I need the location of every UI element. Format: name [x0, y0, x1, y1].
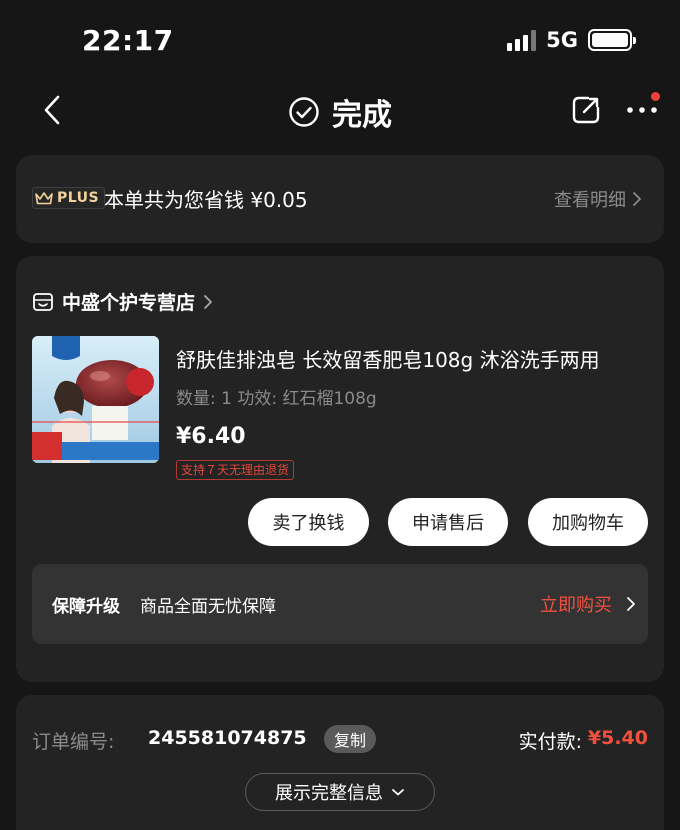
after-sale-button[interactable]: 申请售后: [388, 498, 508, 546]
plus-badge: PLUS: [32, 187, 106, 209]
plus-savings-card: PLUS 本单共为您省钱 ¥0.05 查看明细: [16, 155, 664, 243]
paid-amount-label: 实付款:: [518, 731, 582, 753]
product-title[interactable]: 舒肤佳排浊皂 长效留香肥皂108g 沐浴洗手两用: [176, 344, 646, 373]
status-time: 22:17: [82, 24, 174, 57]
plus-savings-message: 本单共为您省钱 ¥0.05: [104, 188, 308, 212]
status-bar: 22:17 5G: [0, 0, 680, 80]
chevron-right-icon: [633, 192, 641, 206]
order-card: 中盛个护专营店 舒肤佳排浊皂 长效留香肥皂108g 沐浴洗手两用 数量: 1 功…: [16, 256, 664, 682]
store-link[interactable]: 中盛个护专营店: [32, 288, 213, 315]
guarantee-desc: 商品全面无忧保障: [140, 597, 276, 617]
status-indicators: 5G: [507, 28, 636, 52]
buy-now-link[interactable]: 立即购买: [540, 591, 636, 617]
guarantee-upgrade-box[interactable]: 保障升级 商品全面无忧保障 立即购买: [32, 564, 648, 644]
plus-badge-text: PLUS: [57, 190, 100, 206]
buy-now-label: 立即购买: [540, 595, 612, 616]
check-circle-icon: [289, 97, 319, 127]
chevron-right-icon: [204, 294, 212, 309]
crown-icon: [33, 188, 55, 208]
add-to-cart-button[interactable]: 加购物车: [528, 498, 648, 546]
share-button[interactable]: [566, 90, 606, 130]
more-icon: [627, 107, 657, 113]
order-number-label: 订单编号:: [32, 731, 115, 753]
notification-dot: [651, 92, 660, 101]
share-icon: [572, 96, 600, 124]
paid-amount-value: ¥5.40: [587, 727, 648, 749]
show-full-info-button[interactable]: 展示完整信息: [245, 773, 435, 811]
page-title: 完成: [332, 98, 392, 133]
battery-icon: [588, 29, 636, 51]
signal-icon: [507, 29, 537, 51]
return-policy-tag: 支持７天无理由退货: [176, 460, 295, 480]
order-number: 245581074875: [148, 727, 307, 749]
chevron-right-icon: [627, 597, 635, 611]
view-details-link[interactable]: 查看明细: [554, 186, 642, 212]
store-icon: [33, 292, 53, 311]
network-label: 5G: [546, 28, 578, 52]
chevron-down-icon: [392, 789, 404, 796]
show-full-info-label: 展示完整信息: [275, 783, 383, 804]
copy-button[interactable]: 复制: [324, 725, 377, 753]
product-spec: 数量: 1 功效: 红石榴108g: [176, 389, 377, 409]
store-name: 中盛个护专营店: [62, 292, 196, 314]
product-image[interactable]: [32, 336, 159, 463]
sell-for-cash-button[interactable]: 卖了换钱: [248, 498, 369, 546]
product-price: ¥6.40: [176, 424, 246, 449]
more-button[interactable]: [622, 90, 662, 130]
nav-bar: 完成: [0, 80, 680, 142]
guarantee-title: 保障升级: [52, 597, 120, 617]
order-info-card: 订单编号: 245581074875 复制 实付款: ¥5.40 展示完整信息: [16, 695, 664, 830]
nav-actions: [566, 90, 662, 130]
view-details-label: 查看明细: [554, 190, 626, 211]
